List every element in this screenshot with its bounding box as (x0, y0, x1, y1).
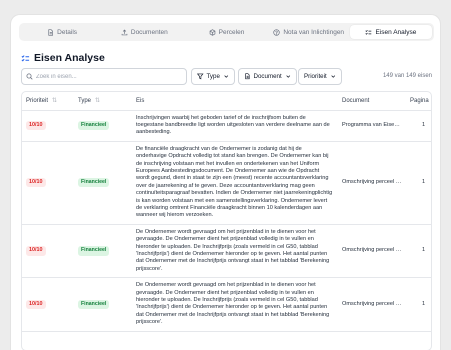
search-box[interactable] (21, 68, 187, 85)
tab-label: Documenten (130, 28, 168, 36)
tab-eisen-analyse[interactable]: Eisen Analyse (349, 25, 433, 39)
priority-badge: 10/10 (26, 178, 46, 188)
app-frame: Details Documenten Percelen Nota van Inl… (10, 14, 441, 350)
search-input[interactable] (36, 73, 176, 80)
package-icon (209, 28, 215, 36)
table-row[interactable] (22, 331, 431, 350)
column-header-label: Type (78, 98, 92, 105)
page-number (406, 331, 431, 350)
tab-label: Percelen (218, 28, 245, 36)
page-number: 1 (406, 277, 431, 332)
type-badge: Financieel (78, 246, 110, 256)
requirement-text: De Ondernemer wordt gevraagd om het prij… (132, 277, 338, 332)
type-cell: Financieel (74, 141, 132, 225)
priority-badge: 10/10 (26, 246, 46, 256)
tab-label: Details (57, 28, 78, 36)
column-header-page: Pagina (406, 92, 431, 111)
tab-label: Eisen Analyse (375, 28, 417, 36)
document-icon (48, 28, 54, 36)
priority-cell: 10/10 (22, 110, 74, 142)
document-name: Omschrijving perceel 4.pdf (338, 141, 406, 225)
table-row[interactable]: 10/10 Financieel De financiële draagkrac… (22, 141, 431, 225)
page-number: 1 (406, 141, 431, 225)
page-number: 1 (406, 110, 431, 142)
priority-cell (22, 331, 74, 350)
column-header-requirement: Eis (132, 92, 338, 111)
priority-cell: 10/10 (22, 224, 74, 279)
table-row[interactable]: 10/10 Financieel De Ondernemer wordt gev… (22, 277, 431, 332)
search-icon (26, 73, 33, 80)
requirement-text: Inschrijvingen waarbij het geboden tarie… (132, 110, 338, 142)
type-filter-label: Type (206, 73, 220, 80)
tab-bar: Details Documenten Percelen Nota van Inl… (19, 23, 434, 41)
chevron-down-icon (224, 75, 229, 78)
table-header-row: Prioriteit ⇅ Type ⇅ Eis Document Pagina (22, 92, 431, 111)
table-row[interactable]: 10/10 Financieel Inschrijvingen waarbij … (22, 110, 431, 142)
priority-filter-label: Prioriteit (304, 73, 327, 80)
toolbar: Type Document Prioriteit 149 van 149 eis… (21, 68, 432, 85)
chevron-down-icon (331, 75, 335, 78)
table-row[interactable]: 10/10 Financieel De Ondernemer wordt gev… (22, 224, 431, 279)
upload-icon (121, 29, 128, 35)
tab-nota-van-inlichtingen[interactable]: Nota van Inlichtingen (268, 25, 350, 39)
column-header-label: Eis (136, 97, 145, 104)
priority-cell: 10/10 (22, 277, 74, 332)
document-filter-label: Document (253, 73, 282, 80)
requirement-text (132, 331, 338, 350)
type-cell (74, 331, 132, 350)
document-filter-button[interactable]: Document (238, 68, 298, 85)
column-header-label: Pagina (410, 97, 429, 104)
result-count: 149 van 149 eisen (382, 73, 432, 79)
type-badge: Financieel (78, 299, 110, 310)
page-number: 1 (406, 224, 431, 279)
type-badge: Financieel (78, 178, 110, 188)
requirement-text: De financiële draagkracht van de Onderne… (132, 141, 338, 225)
type-badge: Financieel (78, 120, 110, 131)
document-name: Omschrijving perceel 2.pdf (338, 224, 406, 279)
filter-icon (197, 73, 204, 80)
requirement-text: De Ondernemer wordt gevraagd om het prij… (132, 224, 338, 279)
column-header-type[interactable]: Type ⇅ (74, 92, 132, 111)
column-header-document: Document (338, 92, 406, 111)
document-name (338, 331, 406, 350)
priority-badge: 10/10 (26, 299, 46, 310)
chevron-down-icon (286, 75, 290, 78)
sort-icon: ⇅ (95, 98, 101, 105)
tab-details[interactable]: Details (21, 25, 103, 39)
priority-badge: 10/10 (26, 120, 46, 131)
priority-filter-button[interactable]: Prioriteit (298, 68, 343, 85)
document-name: Omschrijving perceel 1.pdf (338, 277, 406, 332)
page-title: Eisen Analyse (21, 52, 105, 64)
column-header-priority[interactable]: Prioriteit ⇅ (22, 92, 74, 111)
tab-documenten[interactable]: Documenten (103, 25, 185, 39)
type-cell: Financieel (74, 224, 132, 279)
document-name: Programma van Eisen Uit... (338, 110, 406, 142)
type-filter-button[interactable]: Type (191, 68, 236, 85)
list-check-icon (365, 29, 372, 35)
column-header-label: Document (342, 97, 370, 104)
list-check-icon (21, 54, 30, 61)
page-title-text: Eisen Analyse (34, 52, 105, 64)
sort-icon: ⇅ (52, 98, 58, 105)
tab-percelen[interactable]: Percelen (185, 25, 267, 39)
tab-label: Nota van Inlichtingen (283, 28, 345, 36)
type-cell: Financieel (74, 110, 132, 142)
column-header-label: Prioriteit (26, 98, 49, 105)
type-cell: Financieel (74, 277, 132, 332)
priority-cell: 10/10 (22, 141, 74, 225)
document-icon (245, 73, 250, 80)
requirements-table: Prioriteit ⇅ Type ⇅ Eis Document Pagina 10… (21, 91, 432, 350)
help-circle-icon (273, 28, 280, 36)
